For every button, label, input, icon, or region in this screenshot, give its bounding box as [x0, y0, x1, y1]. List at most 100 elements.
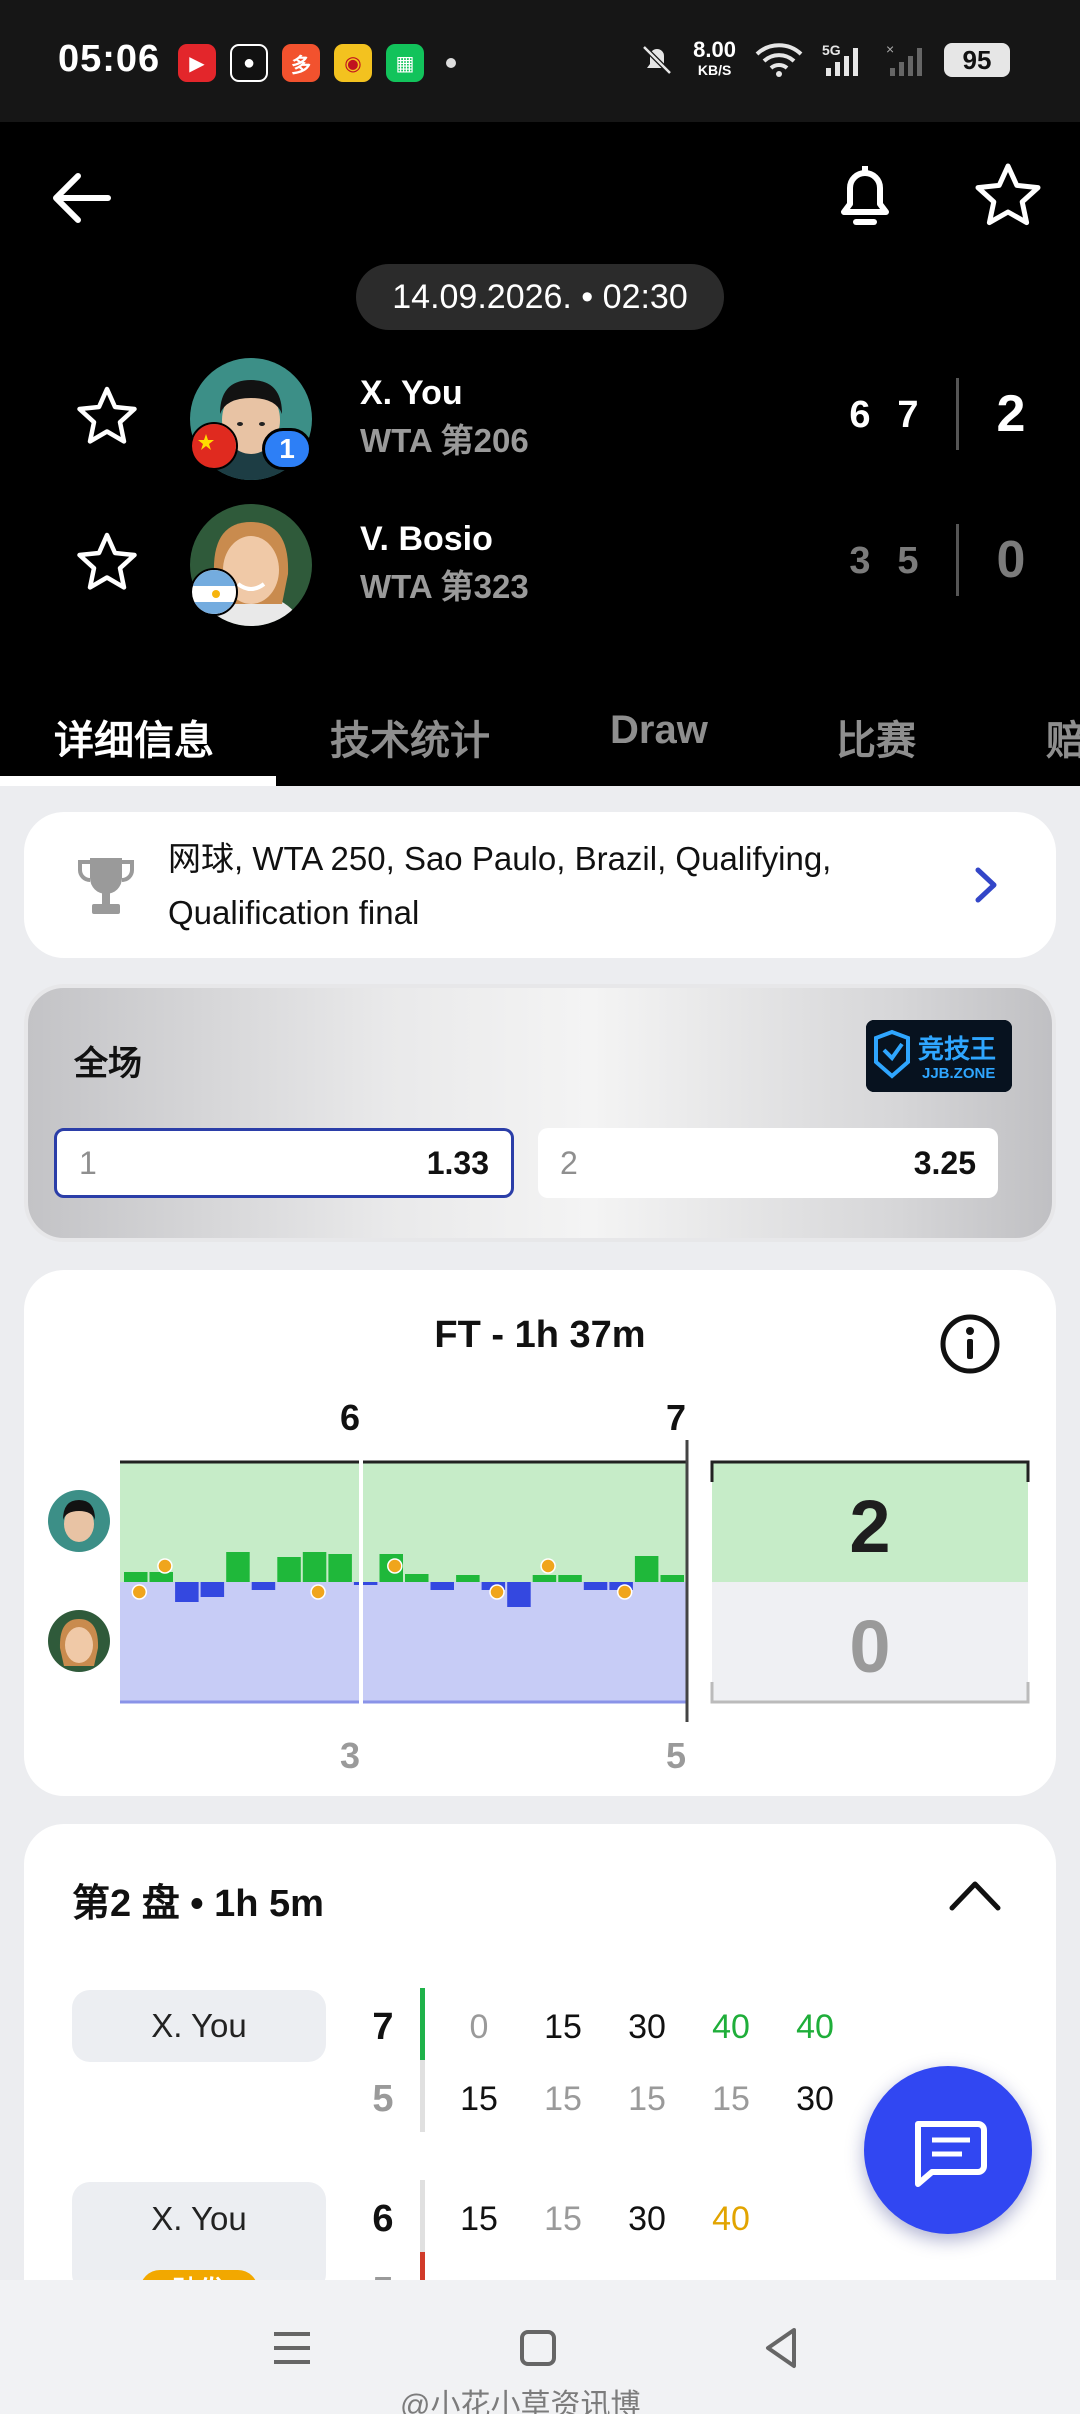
break-point-marker — [540, 1558, 556, 1574]
game-score-p1: 7 — [372, 2006, 394, 2048]
match-date: 14.09.2026. • 02:30 — [356, 264, 724, 330]
wifi-icon — [755, 43, 803, 77]
tab-odds[interactable]: 赔 — [1046, 708, 1080, 766]
odds-option-home[interactable]: 1 1.33 — [54, 1128, 514, 1198]
odds-label: 2 — [560, 1144, 578, 1181]
point-score: 15 — [544, 2200, 582, 2238]
notification-bell-icon[interactable] — [830, 160, 900, 234]
player1-mini-avatar — [48, 1490, 110, 1552]
momentum-bar — [175, 1582, 199, 1602]
trophy-icon — [78, 858, 134, 914]
sets-won: 0 — [996, 531, 1026, 589]
momentum-bar — [583, 1582, 608, 1590]
tab-statistics[interactable]: 技术统计 — [330, 708, 490, 766]
active-tab-indicator — [0, 776, 276, 786]
set-score-2: 7 — [897, 394, 919, 436]
match-header: 14.09.2026. • 02:30 1 X. You WTA 第206 6 — [0, 122, 1080, 786]
odds-card: 全场 竞技王 JJB.ZONE 1 1.33 2 3.25 — [24, 984, 1056, 1242]
grid-app-icon: ▦ — [386, 44, 424, 82]
odds-market-title: 全场 — [74, 1045, 142, 1083]
video-app-icon: ▶ — [178, 44, 216, 82]
sets-won: 2 — [996, 385, 1026, 443]
player-row-2[interactable]: V. Bosio WTA 第323 3 5 0 — [0, 494, 1080, 626]
odds-value: 1.33 — [426, 1144, 489, 1181]
status-time: 05:06 — [58, 38, 161, 80]
provider-name: 竞技王 — [918, 1034, 996, 1065]
follow-star-icon[interactable] — [74, 530, 140, 596]
tournament-name: 网球, WTA 250, Sao Paulo, Brazil, Qualifyi… — [168, 840, 832, 931]
set2-bottom-score: 5 — [666, 1735, 686, 1776]
momentum-bar — [660, 1575, 684, 1582]
back-arrow-icon[interactable] — [48, 162, 120, 234]
score-divider — [956, 378, 959, 450]
set-score-1: 6 — [849, 394, 871, 436]
momentum-card: FT - 1h 37m 6 7 3 5 2 0 — [24, 1270, 1056, 1796]
odds-option-away[interactable]: 2 3.25 — [538, 1128, 998, 1198]
break-point-marker — [616, 1584, 633, 1600]
game-winner-bar — [420, 1988, 425, 2060]
game-loser-bar — [420, 2060, 425, 2132]
break-point-marker — [131, 1584, 148, 1600]
point-score: 30 — [628, 2008, 666, 2046]
point-score: 15 — [628, 2080, 666, 2118]
mute-bell-icon — [642, 45, 672, 75]
home-nav-icon[interactable] — [508, 2318, 568, 2378]
chevron-right-icon[interactable] — [964, 862, 1008, 908]
player-rank: WTA 第206 — [360, 422, 529, 459]
point-score: 40 — [712, 2008, 750, 2046]
player-name[interactable]: X. You — [360, 374, 463, 413]
network-speed: 8.00 KB/S — [693, 37, 736, 80]
back-nav-icon[interactable] — [752, 2318, 812, 2378]
player2-mini-avatar — [48, 1610, 110, 1672]
momentum-bar — [558, 1575, 582, 1582]
momentum-bar — [226, 1552, 250, 1582]
tournament-card[interactable]: 网球, WTA 250, Sao Paulo, Brazil, Qualifyi… — [24, 812, 1056, 958]
menu-nav-icon[interactable] — [262, 2318, 322, 2378]
signal-sim2-icon: × — [886, 42, 922, 76]
follow-star-icon[interactable] — [74, 384, 140, 450]
shopping-app-icon: 多 — [282, 44, 320, 82]
chat-button[interactable] — [864, 2066, 1032, 2234]
momentum-bar — [456, 1575, 480, 1582]
point-score: 15 — [712, 2080, 750, 2118]
game-bar-top — [420, 2180, 425, 2252]
player-name[interactable]: V. Bosio — [360, 520, 493, 559]
status-bar: 05:06 ▶ ● 多 ◉ ▦ 8.00 KB/S 5G × 95 — [0, 0, 1080, 122]
momentum-bar — [328, 1554, 352, 1582]
point-score: 15 — [544, 2008, 582, 2046]
favorite-star-icon[interactable] — [972, 160, 1044, 232]
player-row-1[interactable]: 1 X. You WTA 第206 6 7 2 — [0, 348, 1080, 480]
seed-badge: 1 — [262, 428, 312, 470]
game-score-p2: 5 — [372, 2078, 394, 2120]
chevron-up-icon[interactable] — [942, 1868, 1008, 1924]
point-score: 15 — [544, 2080, 582, 2118]
point-score: 15 — [460, 2080, 498, 2118]
set1-bottom-score: 3 — [340, 1735, 360, 1776]
momentum-bar — [200, 1582, 225, 1597]
system-status-icons: 8.00 KB/S 5G × 95 — [639, 37, 1010, 80]
set1-top-score: 6 — [340, 1397, 360, 1438]
game-score-p1: 6 — [372, 2198, 394, 2240]
net-speed-value: 8.00 — [693, 37, 736, 62]
qq-app-icon: ● — [230, 44, 268, 82]
point-score: 0 — [469, 2008, 489, 2046]
momentum-bar — [149, 1572, 173, 1582]
china-flag-icon — [190, 422, 238, 470]
tab-details[interactable]: 详细信息 — [54, 708, 214, 766]
momentum-bar — [302, 1552, 327, 1582]
point-score: 30 — [796, 2080, 834, 2118]
momentum-bar — [532, 1575, 557, 1582]
tab-draw[interactable]: Draw — [610, 708, 708, 753]
server-name-pill: X. You — [72, 1990, 326, 2062]
point-score: 30 — [628, 2200, 666, 2238]
system-nav-bar: @小花小草资讯博 — [0, 2280, 1080, 2414]
momentum-bar — [124, 1572, 148, 1582]
set2-top-score: 7 — [666, 1397, 686, 1438]
momentum-bar — [634, 1556, 659, 1582]
jjb-zone-logo[interactable]: 竞技王 JJB.ZONE — [866, 1020, 1012, 1092]
tab-matches[interactable]: 比赛 — [836, 708, 916, 766]
momentum-bar — [277, 1557, 301, 1582]
momentum-bar — [405, 1574, 429, 1582]
network-type: 5G — [822, 42, 841, 58]
signal-5g-icon: 5G — [822, 42, 858, 76]
